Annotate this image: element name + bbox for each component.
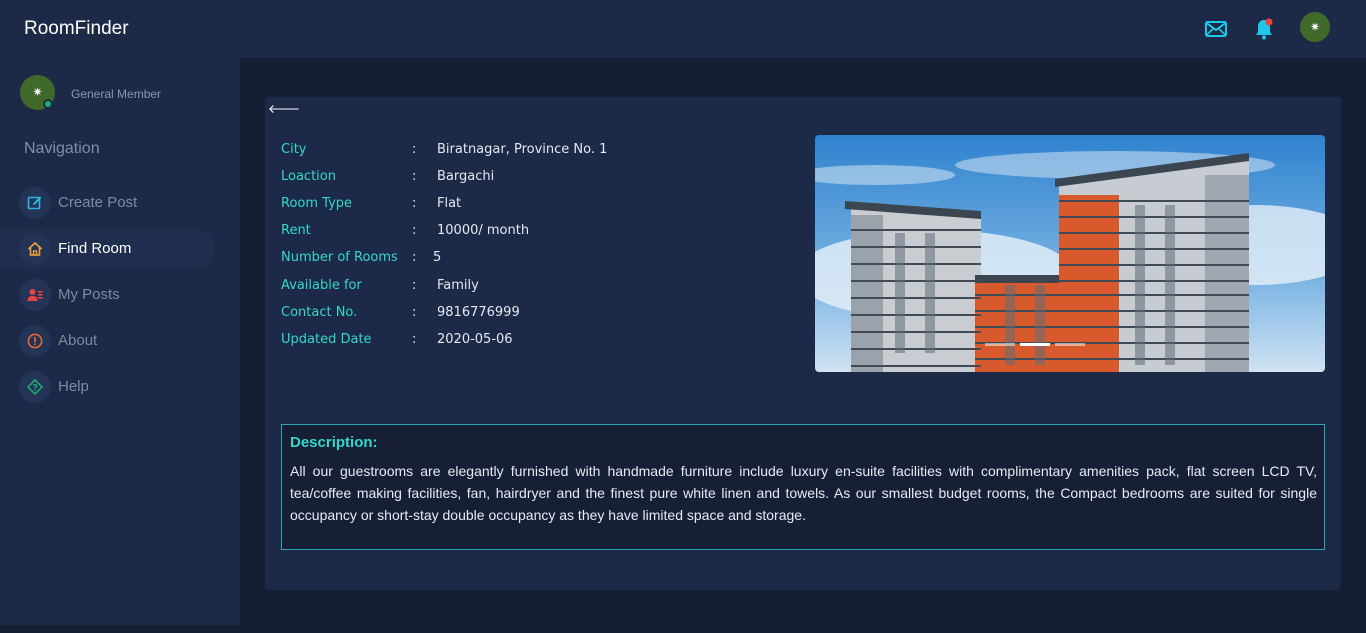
sidebar-item-label: My Posts <box>58 286 120 303</box>
detail-label: Contact No. <box>281 305 358 320</box>
detail-value: Family <box>437 278 479 293</box>
detail-label: Number of Rooms <box>281 250 398 265</box>
carousel-indicator <box>1055 343 1085 346</box>
sidebar: ✷ General Member Navigation Create Post … <box>0 58 240 625</box>
help-icon <box>19 371 51 403</box>
nav-title: Navigation <box>24 140 100 157</box>
detail-separator: : <box>412 278 417 293</box>
carousel-indicator <box>985 343 1015 346</box>
detail-separator: : <box>412 305 417 320</box>
detail-label: Loaction <box>281 169 336 184</box>
online-status-dot <box>43 99 53 109</box>
room-image-carousel[interactable] <box>815 135 1325 372</box>
back-arrow-icon[interactable]: 🡐 <box>268 101 300 116</box>
detail-label: Available for <box>281 278 362 293</box>
building-photo <box>815 135 1325 372</box>
carousel-indicator-active <box>1020 343 1050 346</box>
detail-separator: : <box>412 223 417 238</box>
detail-label: Room Type <box>281 196 353 211</box>
top-bar: RoomFinder ✷ <box>0 0 1366 58</box>
info-icon <box>19 325 51 357</box>
edit-icon <box>19 187 51 219</box>
description-title: Description: <box>290 434 378 451</box>
room-detail-card: 🡐 City : Biratnagar, Province No. 1 Loac… <box>265 97 1341 590</box>
sidebar-item-label: Help <box>58 378 89 395</box>
users-icon <box>19 279 51 311</box>
sidebar-item-label: Create Post <box>58 194 138 211</box>
home-icon <box>19 233 51 265</box>
detail-separator: : <box>412 169 417 184</box>
detail-value: 9816776999 <box>437 305 520 320</box>
user-avatar[interactable]: ✷ <box>1300 12 1330 42</box>
sidebar-item-label: About <box>58 332 98 349</box>
detail-value: 5 <box>433 250 442 265</box>
sidebar-item-my-posts[interactable]: My Posts <box>0 275 215 315</box>
detail-label: City <box>281 142 307 157</box>
detail-label: Rent <box>281 223 311 238</box>
description-box: Description: All our guestrooms are eleg… <box>281 424 1325 550</box>
brand-title[interactable]: RoomFinder <box>24 18 129 40</box>
detail-value: 2020-05-06 <box>437 332 513 347</box>
description-text: All our guestrooms are elegantly furnish… <box>290 463 1317 523</box>
detail-separator: : <box>412 196 417 211</box>
sidebar-item-help[interactable]: Help <box>0 367 215 407</box>
bell-icon[interactable] <box>1252 17 1276 41</box>
detail-separator: : <box>412 332 417 347</box>
detail-label: Updated Date <box>281 332 372 347</box>
detail-value: Flat <box>437 196 462 211</box>
detail-value: 10000/ month <box>437 223 530 238</box>
sidebar-item-create-post[interactable]: Create Post <box>0 183 215 223</box>
detail-separator: : <box>412 250 417 265</box>
member-role: General Member <box>71 87 162 101</box>
sidebar-item-find-room[interactable]: Find Room <box>0 229 215 269</box>
sidebar-item-about[interactable]: About <box>0 321 215 361</box>
mail-icon[interactable] <box>1204 17 1228 41</box>
detail-value: Bargachi <box>437 169 495 184</box>
detail-separator: : <box>412 142 417 157</box>
sidebar-item-label: Find Room <box>58 240 132 257</box>
detail-value: Biratnagar, Province No. 1 <box>437 142 608 157</box>
notification-dot <box>1265 18 1273 26</box>
